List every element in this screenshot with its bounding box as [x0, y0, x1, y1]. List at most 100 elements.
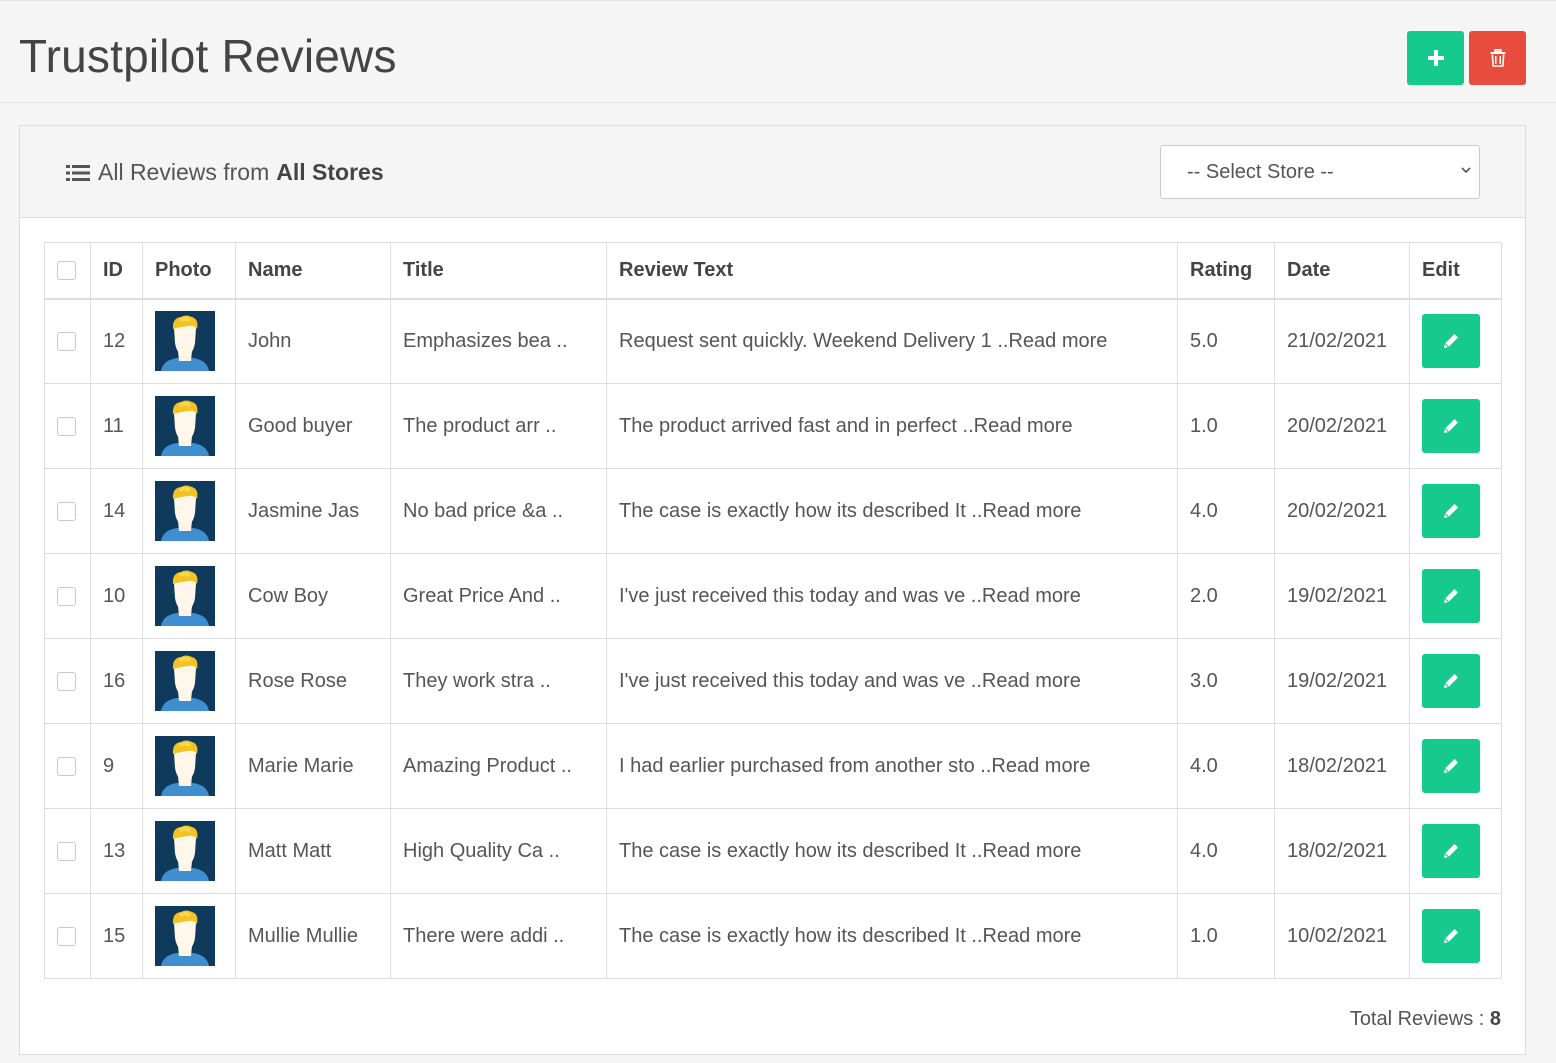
- row-checkbox[interactable]: [57, 671, 76, 691]
- cell-date: 10/02/2021: [1274, 893, 1410, 979]
- edit-review-button[interactable]: [1422, 484, 1480, 538]
- cell-review-text[interactable]: I've just received this today and was ve…: [606, 638, 1178, 724]
- cell-photo: [142, 893, 236, 979]
- row-checkbox[interactable]: [57, 926, 76, 946]
- select-all-cell: [44, 242, 91, 300]
- cell-title: They work stra ..: [390, 638, 607, 724]
- row-checkbox[interactable]: [57, 416, 76, 436]
- cell-date: 20/02/2021: [1274, 468, 1410, 554]
- add-review-button[interactable]: [1407, 31, 1464, 85]
- cell-edit: [1409, 723, 1502, 809]
- select-all-checkbox[interactable]: [57, 260, 76, 280]
- edit-review-button[interactable]: [1422, 314, 1480, 369]
- col-edit: Edit: [1409, 242, 1502, 300]
- cell-date: 18/02/2021: [1274, 723, 1410, 809]
- pencil-icon: [1444, 759, 1458, 773]
- cell-title: The product arr ..: [390, 383, 607, 469]
- cell-edit: [1409, 383, 1502, 469]
- cell-review-text[interactable]: The case is exactly how its described It…: [606, 808, 1178, 894]
- edit-review-button[interactable]: [1422, 824, 1480, 878]
- cell-name: Cow Boy: [235, 553, 391, 639]
- col-date[interactable]: Date: [1274, 242, 1410, 300]
- chevron-down-icon: [1461, 167, 1471, 174]
- row-checkbox[interactable]: [57, 756, 76, 776]
- delete-reviews-button[interactable]: [1469, 31, 1526, 85]
- cell-id: 14: [90, 468, 143, 554]
- total-count: 8: [1489, 1008, 1501, 1030]
- col-title[interactable]: Title: [390, 242, 607, 300]
- cell-name: Jasmine Jas: [235, 468, 391, 554]
- edit-review-button[interactable]: [1422, 909, 1480, 963]
- cell-id: 10: [90, 553, 143, 639]
- cell-edit: [1409, 298, 1502, 384]
- user-avatar-icon: [155, 651, 215, 711]
- row-select-cell: [44, 723, 91, 809]
- total-label: Total Reviews :: [1349, 1008, 1485, 1030]
- cell-title: Great Price And ..: [390, 553, 607, 639]
- cell-name: Good buyer: [235, 383, 391, 469]
- cell-edit: [1409, 808, 1502, 894]
- col-photo[interactable]: Photo: [142, 242, 236, 300]
- cell-title: There were addi ..: [390, 893, 607, 979]
- edit-review-button[interactable]: [1422, 569, 1480, 623]
- edit-review-button[interactable]: [1422, 399, 1480, 453]
- pencil-icon: [1444, 504, 1458, 518]
- col-rating[interactable]: Rating: [1177, 242, 1275, 300]
- store-select[interactable]: -- Select Store --: [1160, 145, 1480, 199]
- cell-review-text[interactable]: I had earlier purchased from another sto…: [606, 723, 1178, 809]
- cell-title: Amazing Product ..: [390, 723, 607, 809]
- heading-prefix: All Reviews from: [98, 159, 270, 185]
- cell-review-text[interactable]: Request sent quickly. Weekend Delivery 1…: [606, 298, 1178, 384]
- cell-date: 18/02/2021: [1274, 808, 1410, 894]
- cell-title: High Quality Ca ..: [390, 808, 607, 894]
- user-avatar-icon: [155, 566, 215, 626]
- row-checkbox[interactable]: [57, 841, 76, 861]
- pencil-icon: [1444, 929, 1458, 943]
- cell-date: 19/02/2021: [1274, 638, 1410, 724]
- row-select-cell: [44, 893, 91, 979]
- cell-name: Marie Marie: [235, 723, 391, 809]
- cell-id: 15: [90, 893, 143, 979]
- pencil-icon: [1444, 674, 1458, 688]
- table-row: 16 Rose Rose They work stra .. I've just…: [44, 638, 1502, 724]
- heading-store-name: All Stores: [276, 159, 384, 185]
- cell-title: Emphasizes bea ..: [390, 298, 607, 384]
- edit-review-button[interactable]: [1422, 654, 1480, 708]
- cell-date: 19/02/2021: [1274, 553, 1410, 639]
- cell-review-text[interactable]: The product arrived fast and in perfect …: [606, 383, 1178, 469]
- cell-rating: 1.0: [1177, 383, 1275, 469]
- cell-review-text[interactable]: The case is exactly how its described It…: [606, 893, 1178, 979]
- table-row: 15 Mullie Mullie There were addi .. The …: [44, 893, 1502, 979]
- edit-review-button[interactable]: [1422, 739, 1480, 793]
- col-name[interactable]: Name: [235, 242, 391, 300]
- pencil-icon: [1444, 419, 1458, 433]
- cell-photo: [142, 553, 236, 639]
- cell-review-text[interactable]: I've just received this today and was ve…: [606, 553, 1178, 639]
- cell-id: 13: [90, 808, 143, 894]
- row-select-cell: [44, 808, 91, 894]
- cell-name: Mullie Mullie: [235, 893, 391, 979]
- col-id[interactable]: ID: [90, 242, 143, 300]
- row-select-cell: [44, 638, 91, 724]
- cell-photo: [142, 383, 236, 469]
- row-checkbox[interactable]: [57, 586, 76, 606]
- row-checkbox[interactable]: [57, 501, 76, 521]
- list-icon: [66, 164, 90, 181]
- cell-rating: 5.0: [1177, 298, 1275, 384]
- col-review-text[interactable]: Review Text: [606, 242, 1178, 300]
- cell-review-text[interactable]: The case is exactly how its described It…: [606, 468, 1178, 554]
- cell-photo: [142, 468, 236, 554]
- cell-rating: 4.0: [1177, 808, 1275, 894]
- cell-photo: [142, 638, 236, 724]
- cell-title: No bad price &a ..: [390, 468, 607, 554]
- cell-rating: 2.0: [1177, 553, 1275, 639]
- cell-id: 11: [90, 383, 143, 469]
- cell-date: 20/02/2021: [1274, 383, 1410, 469]
- row-select-cell: [44, 553, 91, 639]
- reviews-table: ID Photo Name Title Review Text Rating D…: [44, 242, 1502, 979]
- pencil-icon: [1444, 844, 1458, 858]
- cell-edit: [1409, 553, 1502, 639]
- row-checkbox[interactable]: [57, 331, 76, 351]
- cell-id: 9: [90, 723, 143, 809]
- row-select-cell: [44, 468, 91, 554]
